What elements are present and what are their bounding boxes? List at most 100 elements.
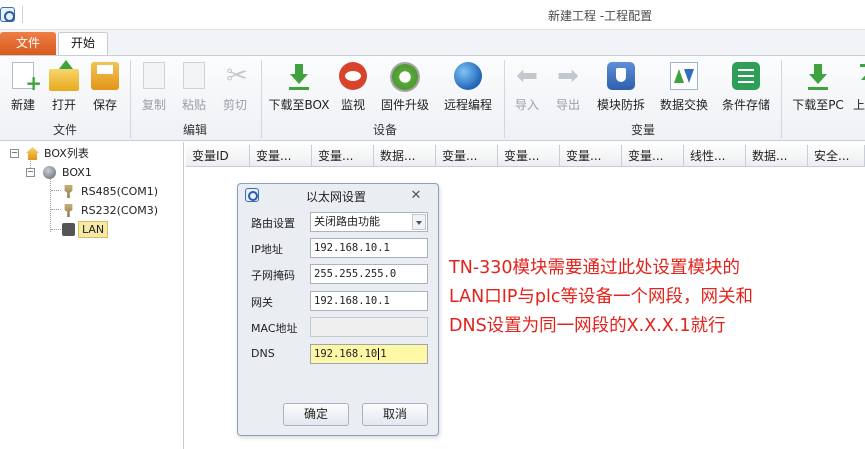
group-variable-label: 变量 [630, 123, 655, 137]
ribbon-separator [781, 60, 782, 138]
column-header[interactable]: 变量... [436, 145, 498, 167]
dialog-title: 以太网设置 [306, 190, 367, 204]
scissors-icon: ✂ [226, 61, 248, 91]
tree-connector [51, 209, 61, 210]
gateway-label: 网关 [251, 296, 273, 309]
column-header[interactable]: 变量... [498, 145, 560, 167]
dialog-title-bar[interactable]: 以太网设置 ✕ [238, 184, 438, 208]
tree-item-box-list[interactable]: − BOX列表 [10, 145, 180, 162]
tree-item-box1[interactable]: − BOX1 [26, 164, 176, 181]
group-device-label: 设备 [372, 123, 397, 137]
chevron-down-icon[interactable] [412, 214, 426, 230]
globe-icon [454, 62, 482, 90]
dns-field[interactable]: 192.168.10 1 [310, 344, 428, 364]
close-icon[interactable]: ✕ [409, 188, 423, 203]
column-header[interactable]: 线性... [684, 145, 746, 167]
gear-icon [390, 62, 420, 92]
firmware-upgrade-button[interactable]: 固件升级 [378, 60, 432, 120]
annotation-note: TN-330模块需要通过此处设置模块的 LAN口IP与plc等设备一个网段，网关… [449, 254, 859, 341]
route-select[interactable]: 关闭路由功能 [310, 212, 428, 232]
annotation-line: TN-330模块需要通过此处设置模块的 [449, 258, 740, 278]
import-button[interactable]: ⬅ 导入 [511, 60, 543, 120]
column-header[interactable]: 变量... [250, 145, 312, 167]
ribbon-separator [130, 60, 131, 138]
column-header[interactable]: 变量... [622, 145, 684, 167]
subnet-mask-field[interactable]: 255.255.255.0 [310, 264, 428, 284]
tree-item-rs232[interactable]: RS232(COM3) [62, 202, 182, 219]
ip-label: IP地址 [251, 243, 283, 256]
paste-button[interactable]: 粘贴 [177, 60, 211, 120]
download-to-pc-button[interactable]: 下载至PC [790, 60, 846, 120]
tree-connector [51, 229, 61, 230]
gateway-field[interactable]: 192.168.10.1 [310, 291, 428, 311]
tab-home[interactable]: 开始 [58, 32, 108, 56]
column-header[interactable]: 变量... [560, 145, 622, 167]
ribbon-tab-bar: 文件 开始 [0, 30, 865, 56]
variable-grid-header: 变量ID 变量... 变量... 数据... 变量... 变量... 变量...… [186, 145, 865, 167]
serial-port-icon [64, 204, 73, 217]
data-exchange-button[interactable]: 数据交换 [657, 60, 711, 120]
cancel-button[interactable]: 取消 [362, 403, 428, 426]
column-header[interactable]: 变量... [312, 145, 374, 167]
copy-icon [143, 62, 165, 89]
tree-item-rs485[interactable]: RS485(COM1) [62, 183, 182, 200]
column-header[interactable]: 安全... [808, 145, 865, 167]
title-bar: 新建工程 -工程配置 [0, 0, 865, 30]
module-protect-button[interactable]: 模块防拆 [594, 60, 648, 120]
route-label: 路由设置 [251, 217, 295, 230]
annotation-line: DNS设置为同一网段的X.X.X.1就行 [449, 316, 726, 336]
collapse-icon[interactable]: − [10, 149, 19, 158]
download-to-box-button[interactable]: 下载至BOX [268, 60, 330, 120]
serial-port-icon [64, 185, 73, 198]
ribbon-separator [261, 60, 262, 138]
mac-address-field [310, 317, 428, 337]
tab-file[interactable]: 文件 [0, 32, 56, 55]
conditional-storage-button[interactable]: 条件存储 [719, 60, 773, 120]
save-icon [91, 62, 119, 90]
save-button[interactable]: 保存 [88, 60, 122, 120]
shield-icon [607, 62, 635, 90]
group-file-label: 文件 [52, 123, 77, 137]
exchange-icon [670, 62, 698, 90]
column-header[interactable]: 数据... [746, 145, 808, 167]
download-icon [286, 62, 316, 92]
group-edit-label: 编辑 [182, 123, 207, 137]
ip-address-field[interactable]: 192.168.10.1 [310, 238, 428, 258]
arrow-right-icon: ➡ [557, 61, 579, 91]
new-file-icon [12, 62, 42, 95]
device-icon [43, 166, 56, 179]
list-icon [732, 62, 760, 90]
tree-item-lan[interactable]: LAN [62, 221, 142, 238]
copy-button[interactable]: 复制 [137, 60, 171, 120]
new-button[interactable]: 新建 [6, 60, 42, 120]
eye-icon [339, 62, 367, 90]
ok-button[interactable]: 确定 [283, 403, 349, 426]
ethernet-settings-dialog: 以太网设置 ✕ 路由设置 关闭路由功能 IP地址 192.168.10.1 子网… [237, 183, 439, 436]
tree-connector [50, 179, 51, 232]
column-header[interactable]: 数据... [374, 145, 436, 167]
download-icon [805, 62, 835, 92]
arrow-left-icon: ⬅ [516, 61, 538, 91]
upload-button[interactable]: 上 [853, 60, 865, 120]
open-folder-icon [49, 60, 79, 91]
home-icon [26, 147, 39, 160]
quick-access-separator [22, 6, 23, 23]
monitor-button[interactable]: 监视 [337, 60, 369, 120]
ethernet-port-icon [62, 223, 75, 236]
ribbon-separator [504, 60, 505, 138]
annotation-line: LAN口IP与plc等设备一个网段，网关和 [449, 287, 754, 307]
mac-address-label: MAC地址 [251, 322, 298, 335]
upload-icon [853, 62, 865, 92]
subnet-mask-label: 子网掩码 [251, 269, 295, 282]
app-logo-icon [245, 188, 259, 202]
export-button[interactable]: ➡ 导出 [552, 60, 584, 120]
tree-connector [51, 190, 61, 191]
cut-button[interactable]: ✂ 剪切 [218, 60, 252, 120]
collapse-icon[interactable]: − [26, 168, 35, 177]
open-button[interactable]: 打开 [46, 60, 82, 120]
ribbon: 新建 打开 保存 文件 复制 粘贴 ✂ 剪切 编辑 下载至BOX 监视 固件升级… [0, 55, 865, 141]
app-logo-icon[interactable] [0, 7, 15, 22]
column-header[interactable]: 变量ID [186, 145, 250, 167]
remote-programming-button[interactable]: 远程编程 [441, 60, 495, 120]
dns-label: DNS [251, 347, 275, 360]
